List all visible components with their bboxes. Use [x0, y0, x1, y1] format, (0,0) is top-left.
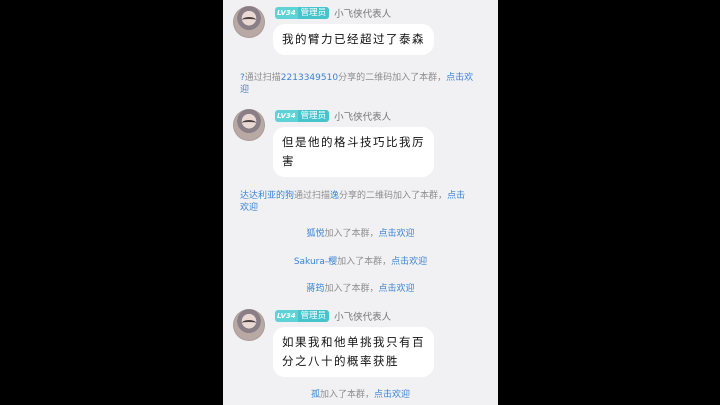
level-badge: LV34 管理员 — [275, 110, 330, 122]
sender-meta: LV34 管理员 小飞侠代表人 — [275, 6, 391, 20]
welcome-link[interactable]: 点击 — [447, 191, 465, 201]
sender-name[interactable]: 小飞侠代表人 — [334, 109, 391, 123]
system-notice: Sakura-樱加入了本群，点击欢迎 — [293, 257, 428, 267]
admin-badge: 管理员 — [297, 7, 330, 19]
message-text: 害 — [282, 154, 295, 168]
system-notice: 狐悦加入了本群，点击欢迎 — [306, 229, 415, 239]
welcome-link[interactable]: 点击欢 — [446, 73, 473, 83]
message-bubble[interactable]: 如果我和他单挑我只有百 分之八十的概率获胜 — [273, 327, 434, 377]
member-name[interactable]: 狐悦 — [306, 229, 324, 239]
welcome-link-cont[interactable]: 迎 — [240, 85, 249, 95]
member-name[interactable]: Sakura-樱 — [294, 257, 337, 267]
message-bubble[interactable]: 我的臂力已经超过了泰森 — [273, 24, 434, 55]
system-notice: 达达利亚的狗通过扫描逸分享的二维码加入了本群，点击 欢迎 — [240, 191, 466, 213]
sender-meta: LV34 管理员 小飞侠代表人 — [275, 109, 391, 123]
message-text: 我的臂力已经超过了泰森 — [282, 32, 425, 46]
admin-badge: 管理员 — [297, 110, 330, 122]
system-notice: ?通过扫描2213349510分享的二维码加入了本群，点击欢迎 — [240, 73, 474, 95]
member-name[interactable]: 达达利亚的狗 — [240, 191, 294, 201]
avatar[interactable] — [233, 6, 265, 38]
level-badge: LV34 管理员 — [275, 7, 330, 19]
sender-meta: LV34 管理员 小飞侠代表人 — [275, 309, 391, 323]
avatar[interactable] — [233, 109, 265, 141]
message-bubble[interactable]: 但是他的格斗技巧比我厉 害 — [273, 127, 434, 177]
welcome-link-cont[interactable]: 欢迎 — [240, 203, 258, 213]
message-text: 如果我和他单挑我只有百 — [282, 335, 425, 349]
message-text: 分之八十的概率获胜 — [282, 354, 399, 368]
welcome-link[interactable]: 点击欢迎 — [379, 229, 415, 239]
sender-name[interactable]: 小飞侠代表人 — [334, 309, 391, 323]
system-notice: 蔣筠加入了本群，点击欢迎 — [306, 284, 415, 294]
scanner-name[interactable]: 逸 — [330, 191, 339, 201]
member-name[interactable]: 孤 — [311, 390, 320, 400]
system-notice: 孤加入了本群，点击欢迎 — [310, 390, 411, 400]
scanner-name[interactable]: 2213349510 — [281, 73, 338, 83]
member-name[interactable]: 蔣筠 — [306, 284, 324, 294]
admin-badge: 管理员 — [297, 310, 330, 322]
welcome-link[interactable]: 点击欢迎 — [379, 284, 415, 294]
sender-name[interactable]: 小飞侠代表人 — [334, 6, 391, 20]
welcome-link[interactable]: 点击欢迎 — [391, 257, 427, 267]
avatar[interactable] — [233, 309, 265, 341]
message-text: 但是他的格斗技巧比我厉 — [282, 135, 425, 149]
chat-screen: LV34 管理员 小飞侠代表人 我的臂力已经超过了泰森 ?通过扫描2213349… — [223, 0, 498, 405]
welcome-link[interactable]: 点击欢迎 — [374, 390, 410, 400]
level-badge: LV34 管理员 — [275, 310, 330, 322]
